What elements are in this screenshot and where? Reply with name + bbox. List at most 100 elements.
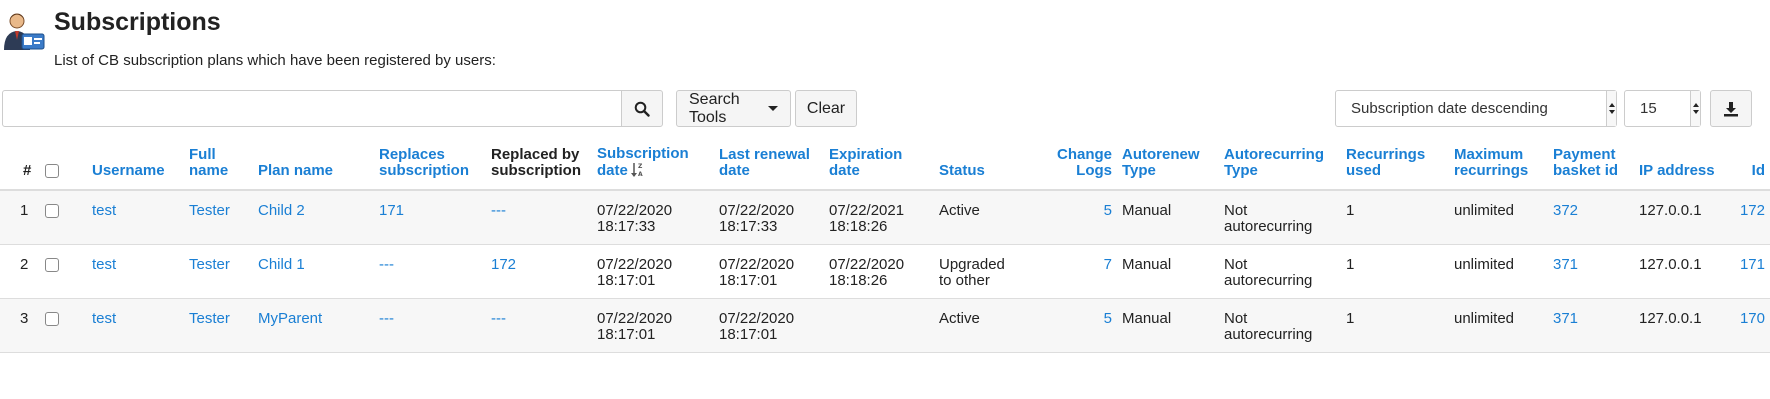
header-status[interactable]: Status bbox=[934, 140, 1022, 191]
search-input[interactable] bbox=[2, 90, 622, 127]
header-max-recurrings[interactable]: Maximum recurrings bbox=[1449, 140, 1548, 191]
payment-basket-link[interactable]: 371 bbox=[1548, 244, 1634, 299]
username-link[interactable]: test bbox=[87, 298, 184, 353]
header-username[interactable]: Username bbox=[87, 140, 184, 191]
select-all-checkbox[interactable] bbox=[45, 164, 59, 179]
header-autorenew[interactable]: Autorenew Type bbox=[1117, 140, 1219, 191]
autorenew-type: Manual bbox=[1117, 298, 1219, 353]
autorecurring-type-2: autorecurring bbox=[1224, 218, 1313, 235]
row-select-cell bbox=[40, 298, 87, 353]
subscription-date: 07/22/2020 bbox=[597, 202, 673, 219]
row-num: 2 bbox=[0, 244, 40, 299]
replaces-link[interactable]: --- bbox=[374, 244, 486, 299]
id-link[interactable]: 170 bbox=[1734, 298, 1770, 353]
replaced-by-link[interactable]: --- bbox=[486, 190, 592, 245]
subscription-time: 18:17:33 bbox=[597, 218, 656, 235]
subscription-time: 18:17:01 bbox=[597, 271, 656, 289]
clear-button[interactable]: Clear bbox=[795, 90, 857, 127]
subscription-date-cell: 07/22/2020 18:17:01 bbox=[592, 298, 714, 353]
export-button[interactable] bbox=[1710, 90, 1752, 127]
search-tools-label: Search Tools bbox=[689, 90, 740, 126]
plan-name-link[interactable]: MyParent bbox=[253, 298, 374, 353]
header-payment-basket[interactable]: Payment basket id bbox=[1548, 140, 1634, 191]
plan-name-link[interactable]: Child 1 bbox=[253, 244, 374, 299]
row-checkbox[interactable] bbox=[45, 204, 59, 219]
header-num: # bbox=[0, 140, 40, 191]
replaces-link[interactable]: --- bbox=[374, 298, 486, 353]
replaces-link[interactable]: 171 bbox=[374, 190, 486, 245]
recurrings-used: 1 bbox=[1341, 298, 1449, 353]
full-name-link[interactable]: Tester bbox=[184, 244, 253, 299]
change-logs-link[interactable]: 5 bbox=[1022, 298, 1117, 353]
last-renewal-cell: 07/22/2020 18:17:33 bbox=[714, 190, 824, 245]
replaced-by-link[interactable]: --- bbox=[486, 298, 592, 353]
user-card-icon bbox=[2, 10, 46, 54]
expiration-date: 07/22/2020 bbox=[829, 255, 905, 273]
ip-address: 127.0.0.1 bbox=[1634, 244, 1734, 299]
autorecurring-cell: Not autorecurring bbox=[1219, 298, 1341, 353]
change-logs-link[interactable]: 7 bbox=[1022, 244, 1117, 299]
table-row: 2 test Tester Child 1 --- 172 07/22/2020… bbox=[0, 244, 1770, 299]
header-full-name[interactable]: Full name bbox=[184, 140, 253, 191]
search-tools-button[interactable]: Search Tools bbox=[676, 90, 791, 127]
header-id[interactable]: Id bbox=[1734, 140, 1770, 191]
last-renewal-time: 18:17:01 bbox=[719, 325, 778, 343]
header-expiration[interactable]: Expiration date bbox=[824, 140, 934, 191]
search-button[interactable] bbox=[621, 90, 663, 127]
subscription-date-cell: 07/22/2020 18:17:33 bbox=[592, 190, 714, 245]
subscription-date: 07/22/2020 bbox=[597, 309, 673, 327]
select-arrows-icon bbox=[1690, 91, 1700, 126]
row-select-cell bbox=[40, 190, 87, 245]
username-link[interactable]: test bbox=[87, 244, 184, 299]
table-row: 3 test Tester MyParent --- --- 07/22/202… bbox=[0, 298, 1770, 353]
sort-select-value: Subscription date descending bbox=[1351, 100, 1548, 117]
header-replaces[interactable]: Replaces subscription bbox=[374, 140, 486, 191]
max-recurrings: unlimited bbox=[1449, 190, 1548, 245]
change-logs-link[interactable]: 5 bbox=[1022, 190, 1117, 245]
header-ip[interactable]: IP address bbox=[1634, 140, 1734, 191]
expiration-date: 07/22/2021 bbox=[829, 202, 905, 219]
header-change-logs[interactable]: Change Logs bbox=[1022, 140, 1117, 191]
select-arrows-icon bbox=[1606, 91, 1616, 126]
full-name-link[interactable]: Tester bbox=[184, 190, 253, 245]
download-icon bbox=[1724, 101, 1738, 116]
sort-select[interactable]: Subscription date descending bbox=[1335, 90, 1617, 127]
status-text: Active bbox=[939, 202, 980, 219]
plan-name-link[interactable]: Child 2 bbox=[253, 190, 374, 245]
id-link[interactable]: 171 bbox=[1734, 244, 1770, 299]
page-subtitle: List of CB subscription plans which have… bbox=[54, 52, 496, 69]
autorecurring-type-2: autorecurring bbox=[1224, 325, 1313, 343]
username-link[interactable]: test bbox=[87, 190, 184, 245]
limit-select[interactable]: 15 bbox=[1624, 90, 1701, 127]
caret-down-icon bbox=[768, 106, 778, 111]
autorecurring-type: Not bbox=[1224, 309, 1248, 327]
row-checkbox[interactable] bbox=[45, 257, 59, 272]
subscription-time: 18:17:01 bbox=[597, 325, 656, 343]
status-cell: Upgraded to other bbox=[934, 244, 1022, 299]
header-select-all bbox=[40, 140, 87, 191]
autorenew-type: Manual bbox=[1117, 190, 1219, 245]
header-subscription-date[interactable]: Subscription date Z A bbox=[592, 140, 714, 191]
id-link[interactable]: 172 bbox=[1734, 190, 1770, 245]
autorecurring-type-2: autorecurring bbox=[1224, 271, 1313, 289]
payment-basket-link[interactable]: 372 bbox=[1548, 190, 1634, 245]
autorecurring-cell: Not autorecurring bbox=[1219, 244, 1341, 299]
ip-address: 127.0.0.1 bbox=[1634, 190, 1734, 245]
last-renewal-date: 07/22/2020 bbox=[719, 202, 795, 219]
header-last-renewal[interactable]: Last renewal date bbox=[714, 140, 824, 191]
payment-basket-link[interactable]: 371 bbox=[1548, 298, 1634, 353]
ip-address: 127.0.0.1 bbox=[1634, 298, 1734, 353]
svg-text:Z: Z bbox=[638, 163, 643, 170]
status-text-2: to other bbox=[939, 271, 990, 289]
row-num: 1 bbox=[0, 190, 40, 245]
recurrings-used: 1 bbox=[1341, 244, 1449, 299]
header-recurrings-used[interactable]: Recurrings used bbox=[1341, 140, 1449, 191]
replaced-by-link[interactable]: 172 bbox=[486, 244, 592, 299]
header-plan-name[interactable]: Plan name bbox=[253, 140, 374, 191]
header-autorecurring[interactable]: Autorecurring Type bbox=[1219, 140, 1341, 191]
full-name-link[interactable]: Tester bbox=[184, 298, 253, 353]
row-checkbox[interactable] bbox=[45, 311, 59, 326]
last-renewal-time: 18:17:33 bbox=[719, 218, 778, 235]
limit-select-value: 15 bbox=[1640, 100, 1657, 117]
expiration-time: 18:18:26 bbox=[829, 218, 888, 235]
